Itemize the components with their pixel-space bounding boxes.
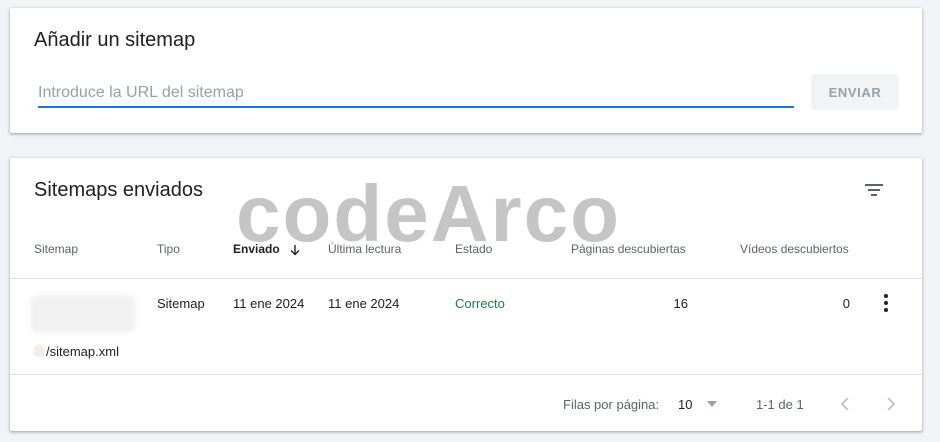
column-header-sitemap[interactable]: Sitemap bbox=[34, 242, 78, 256]
more-options-icon[interactable] bbox=[876, 291, 896, 315]
next-page-icon[interactable] bbox=[880, 394, 900, 414]
pagination-range: 1-1 de 1 bbox=[756, 397, 804, 412]
redacted-domain-fragment bbox=[34, 345, 44, 357]
rows-per-page-value[interactable]: 10 bbox=[678, 397, 692, 412]
column-header-submitted[interactable]: Enviado bbox=[233, 242, 301, 256]
submit-button[interactable]: ENVIAR bbox=[811, 74, 899, 110]
previous-page-icon[interactable] bbox=[836, 394, 856, 414]
column-header-status[interactable]: Estado bbox=[455, 242, 492, 256]
filter-icon[interactable] bbox=[862, 178, 886, 202]
sort-arrow-down-icon bbox=[290, 244, 300, 256]
pages-discovered: 16 bbox=[673, 296, 688, 311]
last-read-date: 11 ene 2024 bbox=[328, 296, 400, 311]
submitted-sitemaps-card: Sitemaps enviados Sitemap Tipo Enviado Ú… bbox=[10, 158, 922, 431]
add-sitemap-card: Añadir un sitemap ENVIAR bbox=[10, 8, 922, 133]
submitted-date: 11 ene 2024 bbox=[233, 296, 305, 311]
status-text: Correcto bbox=[455, 296, 505, 311]
videos-discovered: 0 bbox=[842, 296, 850, 311]
redacted-domain bbox=[30, 295, 136, 333]
column-header-last-read[interactable]: Última lectura bbox=[328, 242, 401, 256]
submitted-sitemaps-title: Sitemaps enviados bbox=[34, 179, 203, 201]
header-divider bbox=[10, 278, 922, 279]
column-header-pages[interactable]: Páginas descubiertas bbox=[571, 242, 686, 256]
sitemap-type: Sitemap bbox=[157, 296, 205, 311]
add-sitemap-title: Añadir un sitemap bbox=[34, 29, 196, 51]
sitemap-url[interactable]: /sitemap.xml bbox=[46, 344, 119, 359]
rows-per-page-label: Filas por página: bbox=[563, 397, 660, 412]
column-header-videos[interactable]: Vídeos descubiertos bbox=[740, 242, 849, 256]
column-header-type[interactable]: Tipo bbox=[157, 242, 180, 256]
sitemap-url-input[interactable] bbox=[38, 80, 794, 108]
row-divider bbox=[10, 374, 922, 375]
column-header-submitted-label: Enviado bbox=[233, 242, 280, 256]
dropdown-caret-icon[interactable] bbox=[706, 399, 718, 409]
